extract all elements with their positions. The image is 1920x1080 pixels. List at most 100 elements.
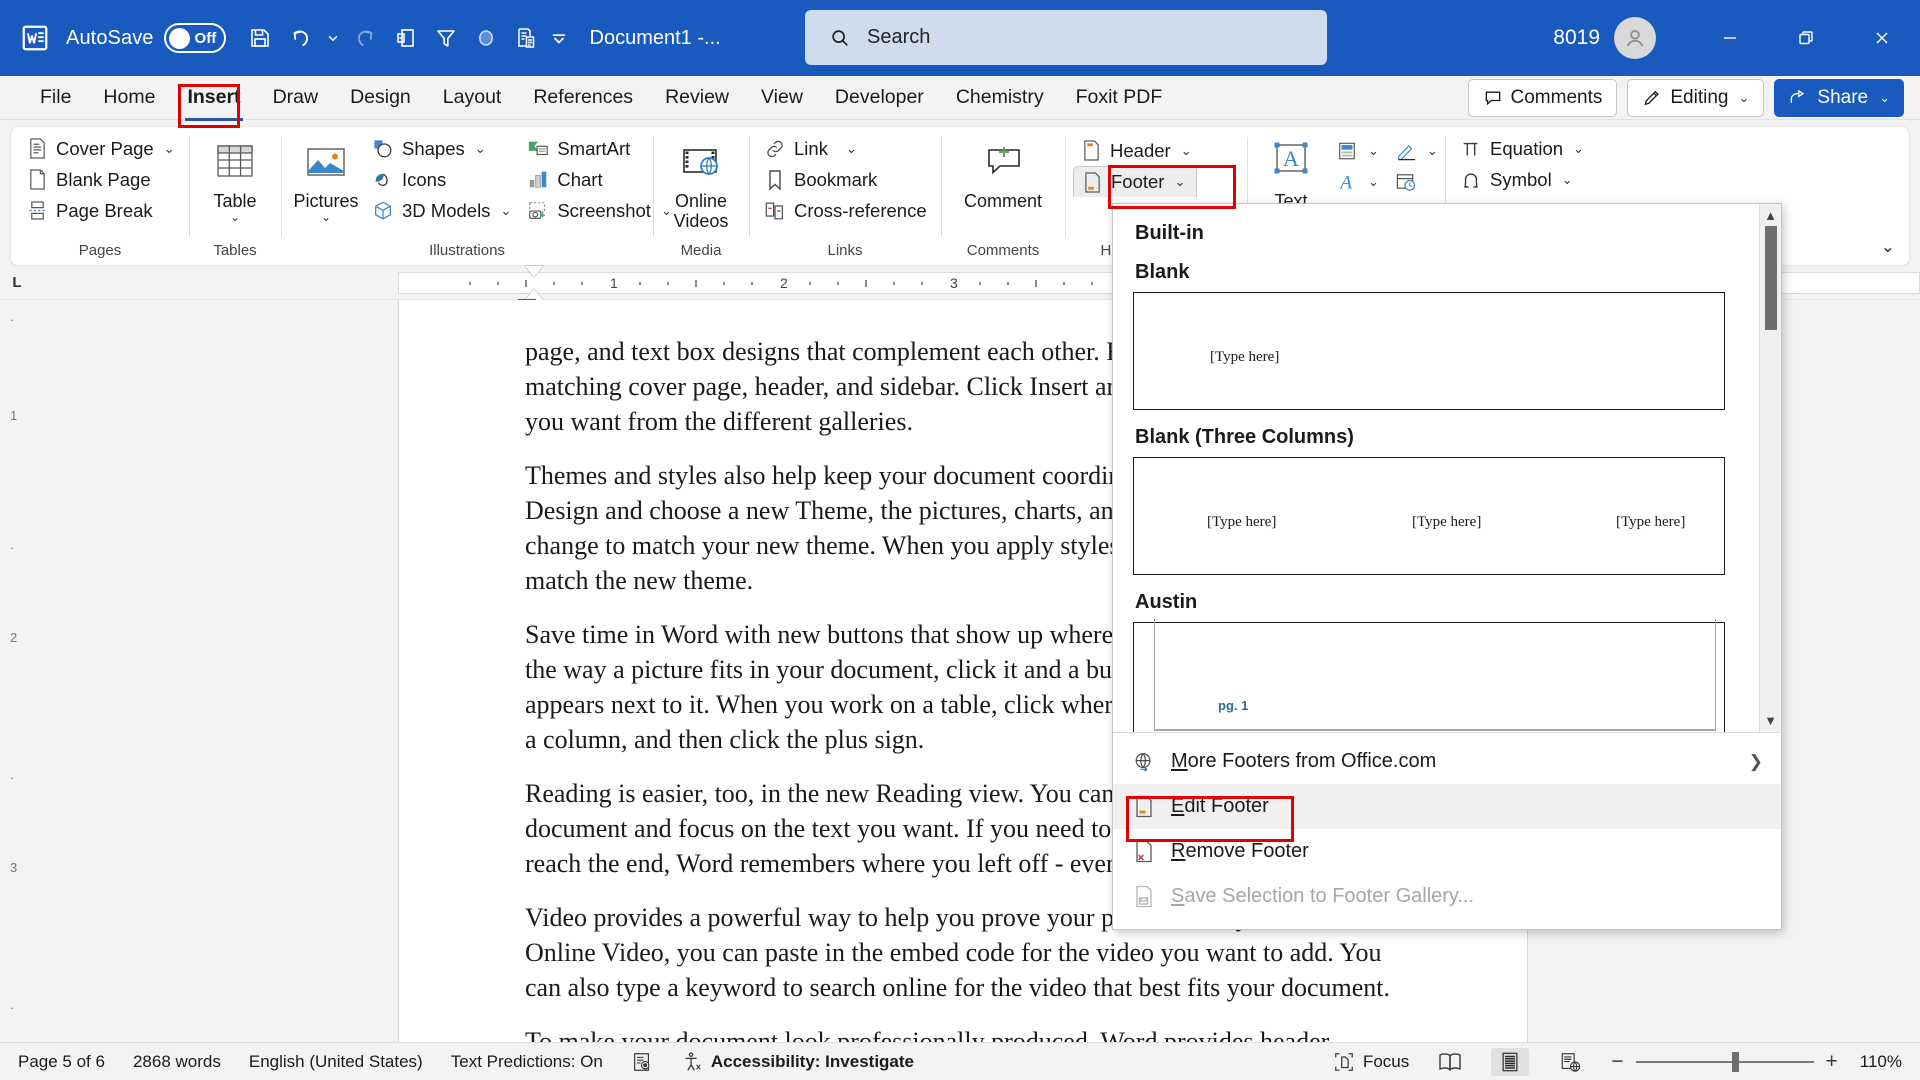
chevron-down-icon[interactable]: ⌄: [1174, 174, 1185, 190]
editing-mode-button[interactable]: Editing ⌄: [1627, 79, 1765, 117]
tab-stop-selector[interactable]: L: [0, 274, 34, 291]
scroll-up-arrow-icon[interactable]: ▲: [1764, 204, 1777, 227]
zoom-in-button[interactable]: +: [1826, 1050, 1838, 1074]
page-indicator[interactable]: Page 5 of 6: [18, 1052, 105, 1072]
wordart-button[interactable]: A ⌄: [1329, 166, 1445, 197]
group-label-tables: Tables: [213, 242, 257, 259]
gallery-section-header: Built-in: [1135, 222, 1204, 244]
footer-button[interactable]: Footer ⌄: [1073, 166, 1197, 197]
more-footers-rest: ore Footers from Office.com: [1187, 750, 1437, 772]
tab-chemistry[interactable]: Chemistry: [942, 81, 1058, 114]
first-line-indent-marker[interactable]: [525, 266, 543, 277]
menu-item-more-footers-from-office[interactable]: More Footers from Office.com ❯: [1113, 739, 1781, 784]
header-button[interactable]: Header ⌄: [1073, 135, 1199, 166]
undo-icon[interactable]: [280, 18, 320, 58]
restore-button[interactable]: [1768, 0, 1844, 76]
document-paragraph: To make your document look professionall…: [525, 1027, 1335, 1042]
icons-button[interactable]: Icons: [365, 164, 518, 195]
zoom-slider-track[interactable]: [1635, 1051, 1814, 1072]
zoom-slider[interactable]: − +: [1611, 1050, 1838, 1074]
document-title[interactable]: Document1 -...: [590, 27, 721, 50]
chevron-down-icon[interactable]: ⌄: [230, 211, 240, 223]
web-layout-button[interactable]: [1551, 1048, 1589, 1076]
3d-models-button[interactable]: 3D Models ⌄: [365, 195, 518, 226]
comments-button[interactable]: Comments: [1467, 79, 1618, 117]
quick-parts-button[interactable]: ⌄ ⌄: [1329, 135, 1445, 166]
tab-home[interactable]: Home: [89, 81, 169, 114]
cover-page-button[interactable]: Cover Page ⌄: [19, 133, 182, 164]
copy-icon[interactable]: [386, 18, 426, 58]
table-button[interactable]: Table ⌄: [198, 133, 272, 223]
tab-review[interactable]: Review: [651, 81, 743, 114]
shapes-button[interactable]: Shapes ⌄: [365, 133, 518, 164]
save-icon[interactable]: [240, 18, 280, 58]
print-layout-button[interactable]: [1491, 1047, 1530, 1076]
avatar[interactable]: [1614, 17, 1656, 59]
collapse-ribbon-chevron-icon[interactable]: ⌄: [1881, 237, 1895, 257]
chevron-down-icon[interactable]: ⌄: [1427, 143, 1438, 159]
gallery-thumb-austin[interactable]: pg. 1: [1133, 619, 1725, 732]
tab-view[interactable]: View: [747, 81, 817, 114]
filter-icon[interactable]: [426, 18, 466, 58]
chevron-down-icon[interactable]: ⌄: [1573, 141, 1584, 157]
cross-reference-button[interactable]: Cross-reference: [757, 195, 934, 226]
text-box-icon: A: [1265, 137, 1317, 191]
share-chevron-down-icon[interactable]: ⌄: [1879, 90, 1890, 106]
zoom-slider-knob[interactable]: [1731, 1051, 1739, 1072]
text-box-button[interactable]: A Text: [1255, 133, 1327, 211]
paste-options-icon[interactable]: [506, 18, 546, 58]
record-icon[interactable]: [466, 18, 506, 58]
proofing-icon[interactable]: [631, 1051, 653, 1073]
tab-developer[interactable]: Developer: [821, 81, 938, 114]
chevron-down-icon[interactable]: ⌄: [321, 211, 331, 223]
new-comment-button[interactable]: Comment: [949, 133, 1057, 211]
chevron-down-icon[interactable]: ⌄: [1181, 143, 1192, 159]
accessibility-status[interactable]: Accessibility: Investigate: [681, 1051, 914, 1073]
tab-foxit-pdf[interactable]: Foxit PDF: [1062, 81, 1177, 114]
search-input[interactable]: Search: [805, 10, 1327, 65]
undo-dropdown-chevron-icon[interactable]: [320, 18, 346, 58]
gallery-thumb-blank-three-columns[interactable]: [Type here] [Type here] [Type here]: [1133, 457, 1725, 575]
tab-insert[interactable]: Insert: [173, 81, 254, 121]
read-mode-button[interactable]: [1431, 1048, 1469, 1076]
text-predictions-status[interactable]: Text Predictions: On: [451, 1052, 603, 1072]
word-count[interactable]: 2868 words: [133, 1052, 221, 1072]
menu-item-edit-footer[interactable]: Edit Footer: [1113, 784, 1781, 829]
autosave-toggle[interactable]: Off: [163, 23, 226, 53]
pictures-button[interactable]: Pictures ⌄: [289, 133, 363, 223]
link-button[interactable]: Link ⌄: [757, 133, 934, 164]
blank-page-button[interactable]: Blank Page: [19, 164, 182, 195]
chevron-down-icon[interactable]: ⌄: [1368, 143, 1379, 159]
scrollbar-thumb[interactable]: [1765, 226, 1777, 330]
bookmark-button[interactable]: Bookmark: [757, 164, 934, 195]
scroll-down-arrow-icon[interactable]: ▼: [1764, 709, 1777, 732]
close-button[interactable]: [1844, 0, 1920, 76]
austin-page-label: pg. 1: [1218, 698, 1249, 713]
chevron-down-icon[interactable]: ⌄: [475, 141, 486, 157]
tab-design[interactable]: Design: [336, 81, 425, 114]
customize-quick-access-toolbar-icon[interactable]: [546, 18, 572, 58]
tab-draw[interactable]: Draw: [259, 81, 333, 114]
equation-button[interactable]: Equation ⌄: [1453, 133, 1591, 164]
tab-layout[interactable]: Layout: [429, 81, 516, 114]
page-break-button[interactable]: Page Break: [19, 195, 182, 226]
menu-item-remove-footer[interactable]: Remove Footer: [1113, 829, 1781, 874]
chevron-down-icon[interactable]: ⌄: [846, 141, 857, 157]
language-indicator[interactable]: English (United States): [249, 1052, 423, 1072]
share-button[interactable]: Share ⌄: [1774, 79, 1904, 117]
online-videos-button[interactable]: Online Videos: [664, 133, 738, 231]
tab-file[interactable]: File: [26, 81, 85, 114]
chevron-down-icon[interactable]: ⌄: [1562, 172, 1573, 188]
chevron-down-icon[interactable]: ⌄: [164, 141, 175, 157]
tab-references[interactable]: References: [519, 81, 647, 114]
zoom-level-label[interactable]: 110%: [1860, 1052, 1902, 1072]
chevron-down-icon[interactable]: ⌄: [1368, 174, 1379, 190]
zoom-out-button[interactable]: −: [1611, 1050, 1623, 1074]
gallery-scrollbar[interactable]: ▲ ▼: [1759, 204, 1781, 732]
gallery-thumb-blank[interactable]: [Type here]: [1133, 292, 1725, 410]
focus-mode-button[interactable]: Focus: [1333, 1051, 1409, 1073]
chevron-down-icon[interactable]: ⌄: [500, 203, 511, 219]
minimize-button[interactable]: [1692, 0, 1768, 76]
symbol-button[interactable]: Symbol ⌄: [1453, 164, 1591, 195]
placeholder-type-here: [Type here]: [1412, 514, 1482, 530]
